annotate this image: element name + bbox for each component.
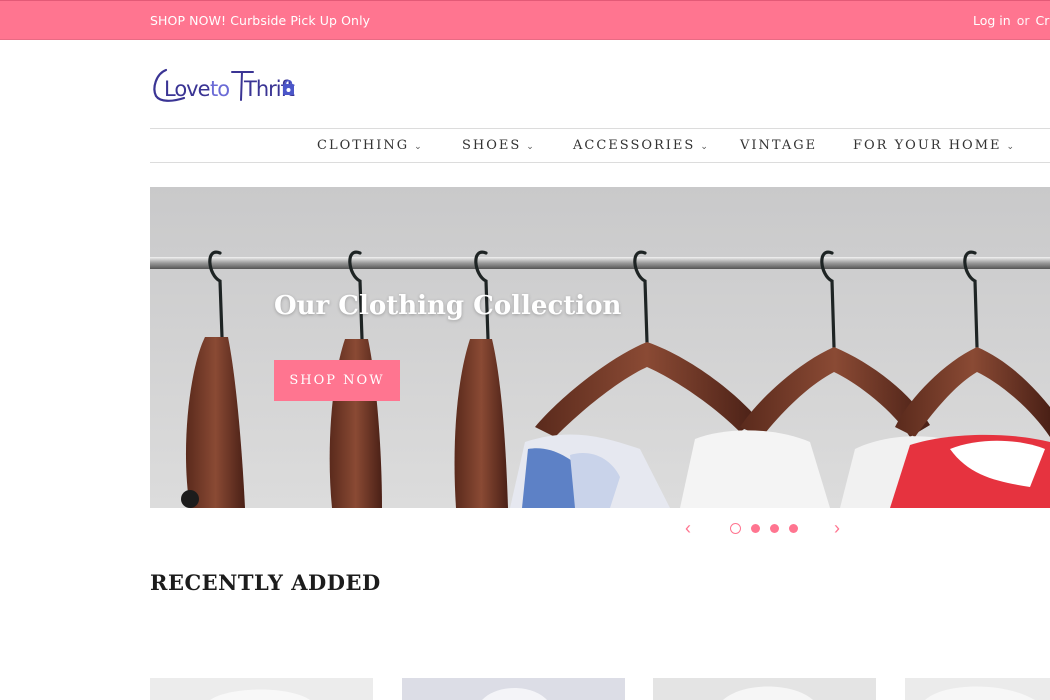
product-image: [150, 678, 373, 700]
chevron-down-icon: ⌄: [526, 142, 534, 152]
product-image: [402, 678, 625, 700]
nav-item-vintage[interactable]: VINTAGE: [740, 138, 817, 153]
nav-label-accessories: ACCESSORIES: [573, 138, 696, 153]
slider-prev-icon[interactable]: ‹: [685, 519, 691, 537]
nav-label-shoes: SHOES: [462, 138, 522, 153]
hero-image: [150, 187, 1050, 508]
account-separator: or: [1016, 13, 1030, 28]
recently-added-heading: RECENTLY ADDED: [150, 570, 381, 595]
hero-title: Our Clothing Collection: [274, 291, 622, 321]
nav-item-accessories[interactable]: ACCESSORIES ⌄: [573, 138, 708, 153]
login-link[interactable]: Log in: [973, 13, 1011, 28]
chevron-down-icon: ⌄: [700, 142, 708, 152]
chevron-down-icon: ⌄: [1006, 142, 1015, 152]
nav-item-shoes[interactable]: SHOES ⌄: [462, 138, 534, 153]
logo-text-love: Love: [164, 77, 210, 101]
announcement-text[interactable]: SHOP NOW! Curbside Pick Up Only: [150, 13, 370, 28]
site-logo[interactable]: Love to Thrift: [150, 60, 310, 108]
chevron-down-icon: ⌄: [414, 142, 422, 152]
nav-label-clothing: CLOTHING: [317, 138, 410, 153]
hero-slideshow: Our Clothing Collection SHOP NOW: [150, 187, 1050, 508]
slider-dot-4[interactable]: [789, 524, 798, 533]
nav-divider-bottom: [150, 162, 1050, 163]
nav-label-for-your-home: FOR YOUR HOME: [853, 138, 1002, 153]
nav-label-vintage: VINTAGE: [740, 138, 818, 153]
nav-item-clothing[interactable]: CLOTHING ⌄: [317, 138, 422, 153]
product-card[interactable]: [653, 678, 876, 700]
account-links: Log in or Cr: [973, 13, 1049, 28]
product-card[interactable]: [150, 678, 373, 700]
shop-now-button[interactable]: SHOP NOW: [274, 360, 400, 401]
slider-next-icon[interactable]: ›: [834, 519, 840, 537]
product-card[interactable]: [402, 678, 625, 700]
product-image: [653, 678, 876, 700]
slider-dot-1[interactable]: [730, 523, 741, 534]
create-account-link[interactable]: Cr: [1036, 13, 1050, 28]
slider-dot-2[interactable]: [751, 524, 760, 533]
nav-divider-top: [150, 128, 1050, 129]
slider-dot-3[interactable]: [770, 524, 779, 533]
product-card[interactable]: [905, 678, 1050, 700]
nav-item-for-your-home[interactable]: FOR YOUR HOME ⌄: [853, 138, 1014, 153]
logo-text-to: to: [210, 77, 229, 101]
logo-graphic: Love to Thrift: [153, 68, 296, 102]
announcement-bar: SHOP NOW! Curbside Pick Up Only Log in or…: [0, 0, 1050, 40]
product-image: [905, 678, 1050, 700]
